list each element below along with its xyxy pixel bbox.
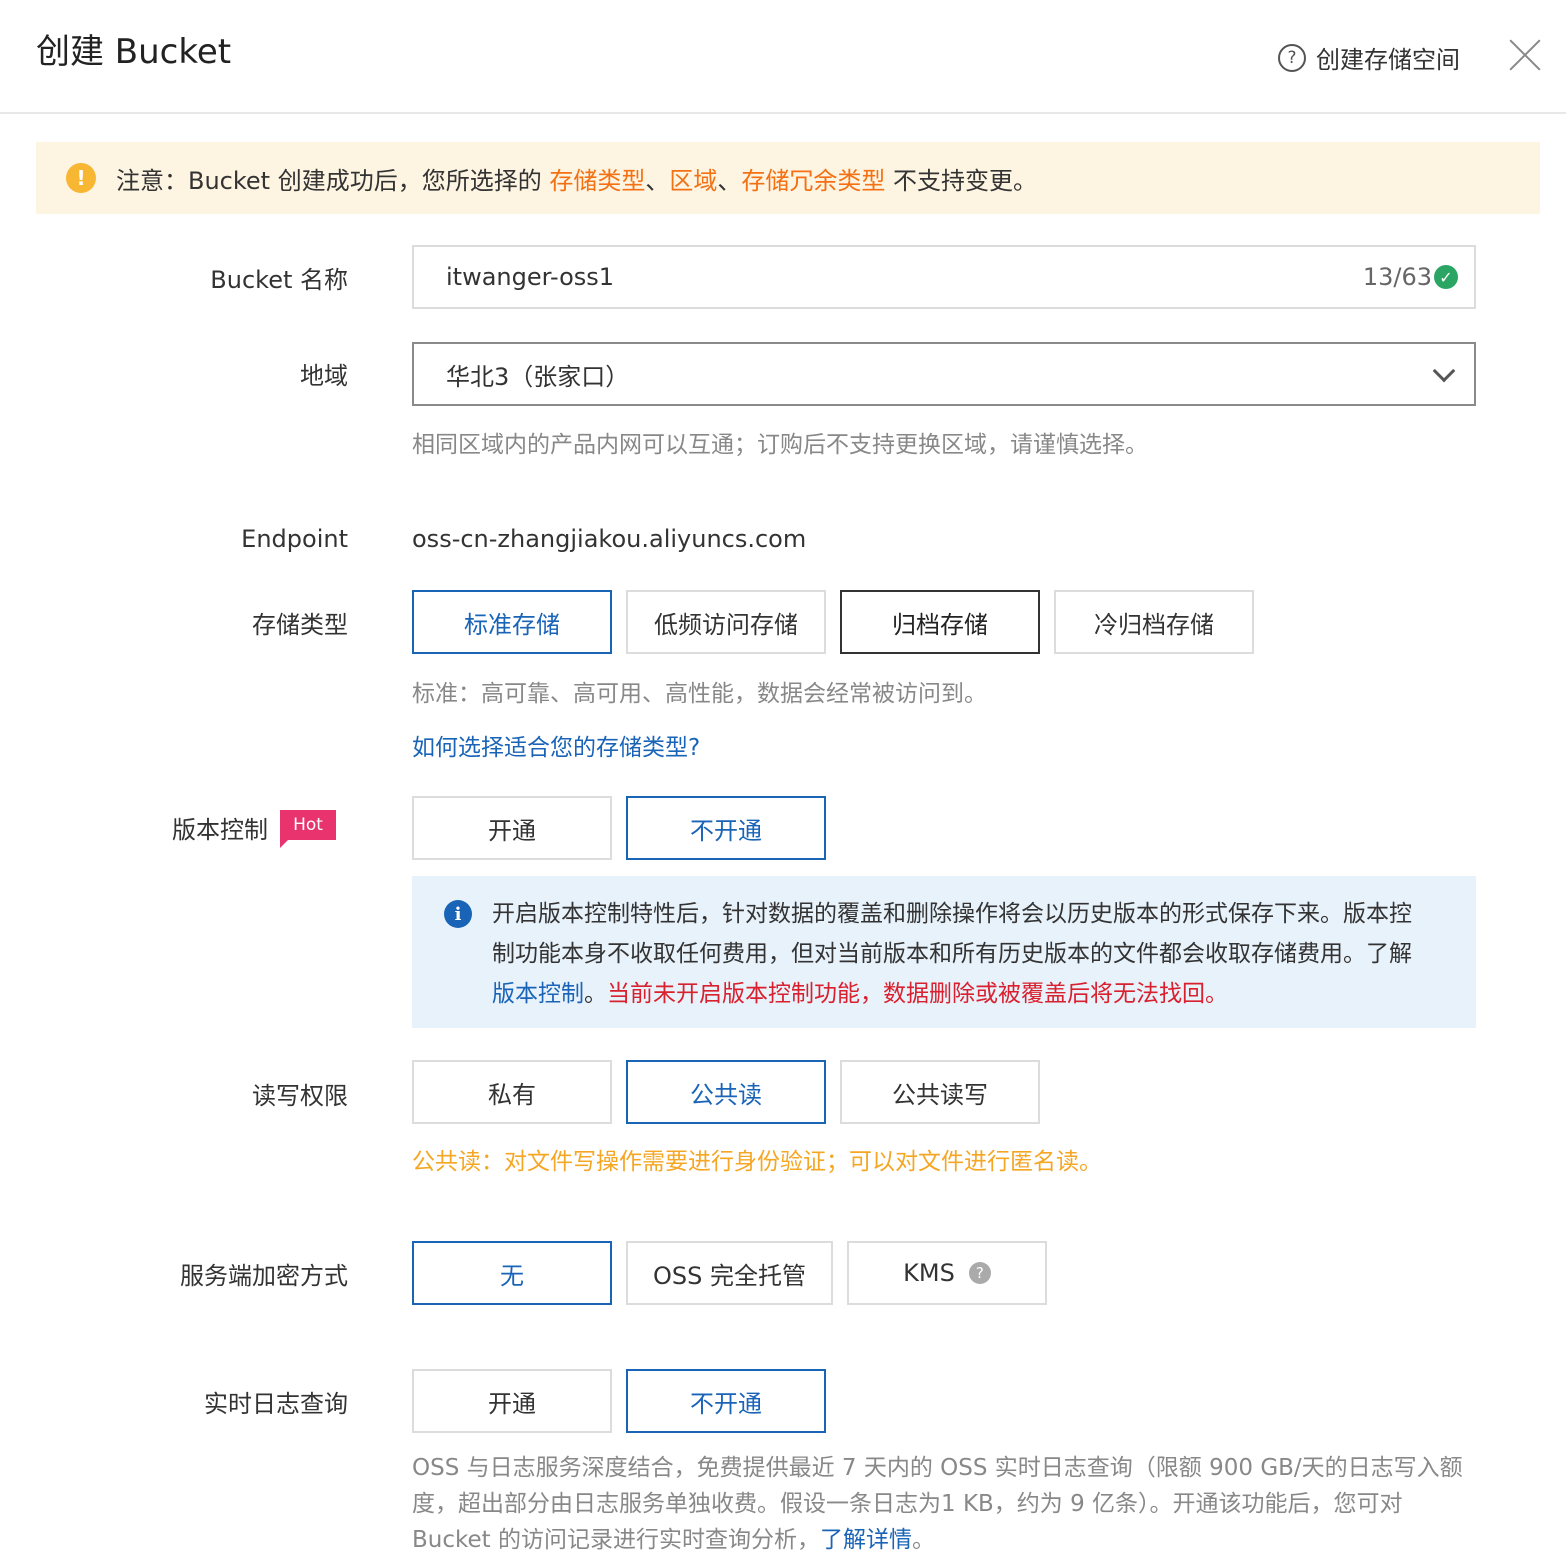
region-selected-value: 华北3（张家口） (446, 362, 630, 391)
region-label: 地域 (300, 362, 348, 390)
storage-type-help-link[interactable]: 如何选择适合您的存储类型? (412, 728, 700, 762)
versioning-info-box: i 开启版本控制特性后，针对数据的覆盖和删除操作将会以历史版本的形式保存下来。版… (412, 876, 1476, 1028)
region-select[interactable]: 华北3（张家口） (412, 342, 1476, 406)
versioning-info-text: 开启版本控制特性后，针对数据的覆盖和删除操作将会以历史版本的形式保存下来。版本控… (492, 901, 1412, 1007)
info-icon: i (444, 900, 472, 928)
versioning-doc-link[interactable]: 版本控制 (492, 981, 584, 1007)
notice-highlight-redundancy: 存储冗余类型 (741, 166, 886, 195)
acl-option-public-read[interactable]: 公共读 (626, 1060, 826, 1124)
versioning-option-enable[interactable]: 开通 (412, 796, 612, 860)
acl-label: 读写权限 (252, 1082, 348, 1110)
realtime-log-learn-more-link[interactable]: 了解详情 (820, 1527, 912, 1553)
check-circle-icon: ✓ (1434, 265, 1458, 289)
bucket-name-input[interactable]: itwanger-oss1 13/63 ✓ (412, 245, 1476, 309)
bucket-name-counter: 13/63 (1362, 263, 1432, 291)
encryption-option-oss-managed[interactable]: OSS 完全托管 (626, 1241, 833, 1305)
storage-type-label: 存储类型 (252, 611, 348, 639)
endpoint-value: oss-cn-zhangjiakou.aliyuncs.com (412, 525, 807, 553)
realtime-log-option-disable[interactable]: 不开通 (626, 1369, 826, 1433)
notice-text: 注意：Bucket 创建成功后，您所选择的 存储类型、区域、存储冗余类型 不支持… (116, 166, 1037, 195)
storage-option-standard[interactable]: 标准存储 (412, 590, 612, 654)
region-hint: 相同区域内的产品内网可以互通；订购后不支持更换区域，请谨慎选择。 (412, 432, 1148, 458)
storage-option-ia[interactable]: 低频访问存储 (626, 590, 826, 654)
question-circle-icon[interactable]: ? (968, 1262, 991, 1284)
close-icon[interactable] (1504, 34, 1546, 76)
chevron-down-icon (1432, 359, 1456, 383)
encryption-option-kms[interactable]: KMS ? (847, 1241, 1047, 1305)
bucket-name-label: Bucket 名称 (210, 266, 348, 294)
create-bucket-help-link[interactable]: ? 创建存储空间 (1278, 40, 1460, 75)
storage-option-archive[interactable]: 归档存储 (840, 590, 1040, 654)
hot-badge: Hot (280, 810, 336, 848)
encryption-label: 服务端加密方式 (180, 1262, 348, 1290)
notice-highlight-storage-type: 存储类型 (549, 166, 646, 195)
kms-label: KMS (903, 1259, 955, 1287)
storage-type-hint: 标准：高可靠、高可用、高性能，数据会经常被访问到。 (412, 681, 987, 707)
notice-banner: ! 注意：Bucket 创建成功后，您所选择的 存储类型、区域、存储冗余类型 不… (36, 142, 1540, 214)
versioning-label: 版本控制 (172, 816, 268, 844)
encryption-option-none[interactable]: 无 (412, 1241, 612, 1305)
question-circle-icon: ? (1278, 43, 1306, 72)
dialog-header: 创建 Bucket ? 创建存储空间 (0, 0, 1566, 114)
versioning-warning: 当前未开启版本控制功能，数据删除或被覆盖后将无法找回。 (607, 981, 1228, 1007)
versioning-option-disable[interactable]: 不开通 (626, 796, 826, 860)
acl-option-private[interactable]: 私有 (412, 1060, 612, 1124)
realtime-log-option-enable[interactable]: 开通 (412, 1369, 612, 1433)
realtime-log-label: 实时日志查询 (204, 1390, 348, 1418)
bucket-name-value: itwanger-oss1 (446, 263, 615, 291)
dialog-title: 创建 Bucket (36, 32, 232, 72)
acl-option-public-read-write[interactable]: 公共读写 (840, 1060, 1040, 1124)
notice-highlight-region: 区域 (669, 166, 718, 195)
warning-icon: ! (66, 163, 96, 193)
help-link-label: 创建存储空间 (1316, 46, 1460, 74)
realtime-log-hint: OSS 与日志服务深度结合，免费提供最近 7 天内的 OSS 实时日志查询（限额… (412, 1455, 1463, 1553)
acl-hint: 公共读：对文件写操作需要进行身份验证；可以对文件进行匿名读。 (412, 1149, 1102, 1175)
endpoint-label: Endpoint (241, 525, 348, 553)
storage-option-cold-archive[interactable]: 冷归档存储 (1054, 590, 1254, 654)
